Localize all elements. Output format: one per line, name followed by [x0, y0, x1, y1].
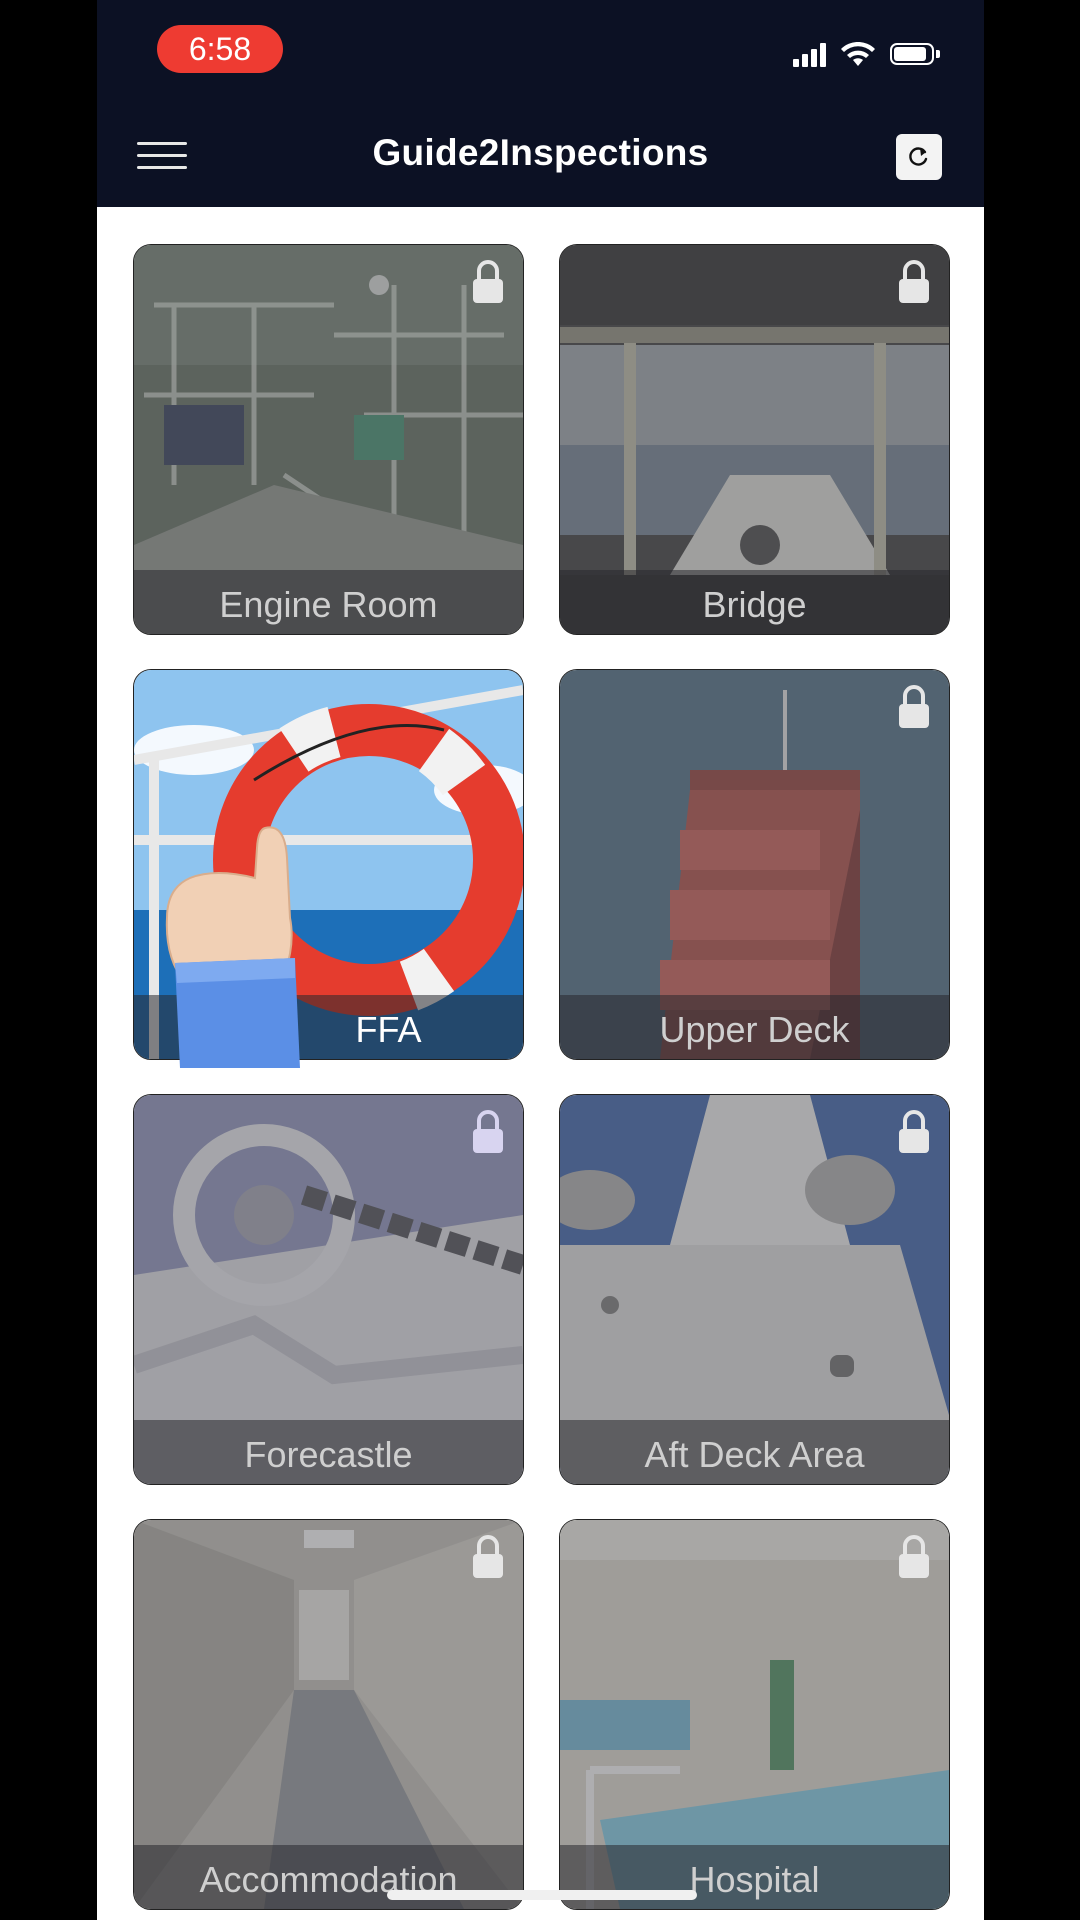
card-label: Forecastle [244, 1434, 413, 1475]
card-label: Aft Deck Area [644, 1434, 865, 1475]
lock-icon [899, 1110, 929, 1153]
category-card-hospital[interactable]: Hospital [559, 1519, 950, 1910]
wifi-icon [841, 42, 875, 66]
card-label: Bridge [702, 584, 807, 625]
card-label: Engine Room [219, 584, 438, 625]
category-card-accommodation[interactable]: Accommodation [133, 1519, 524, 1910]
lock-icon [473, 1110, 503, 1153]
lock-icon [899, 685, 929, 728]
refresh-button[interactable] [896, 134, 942, 180]
refresh-icon [909, 147, 928, 166]
app-bar: Guide2Inspections [97, 100, 984, 207]
category-card-upper-deck[interactable]: Upper Deck [559, 669, 950, 1060]
lock-icon [899, 260, 929, 303]
card-label: Upper Deck [659, 1009, 850, 1050]
status-icons [793, 40, 942, 70]
pointing-hand-icon [165, 826, 300, 1068]
app-title: Guide2Inspections [372, 132, 709, 173]
app-screen: 6:58 Guide2Inspections Engine Room Bridg… [97, 0, 984, 1920]
lock-icon [473, 260, 503, 303]
category-card-forecastle[interactable]: Forecastle [133, 1094, 524, 1485]
cellular-signal-icon [793, 43, 826, 67]
lock-icon [473, 1535, 503, 1578]
category-card-engine-room[interactable]: Engine Room [133, 244, 524, 635]
category-card-bridge[interactable]: Bridge [559, 244, 950, 635]
home-indicator[interactable] [387, 1890, 697, 1900]
category-card-aft-deck-area[interactable]: Aft Deck Area [559, 1094, 950, 1485]
status-bar: 6:58 [97, 0, 984, 100]
lock-icon [899, 1535, 929, 1578]
battery-icon [890, 43, 942, 67]
status-time: 6:58 [157, 25, 283, 73]
